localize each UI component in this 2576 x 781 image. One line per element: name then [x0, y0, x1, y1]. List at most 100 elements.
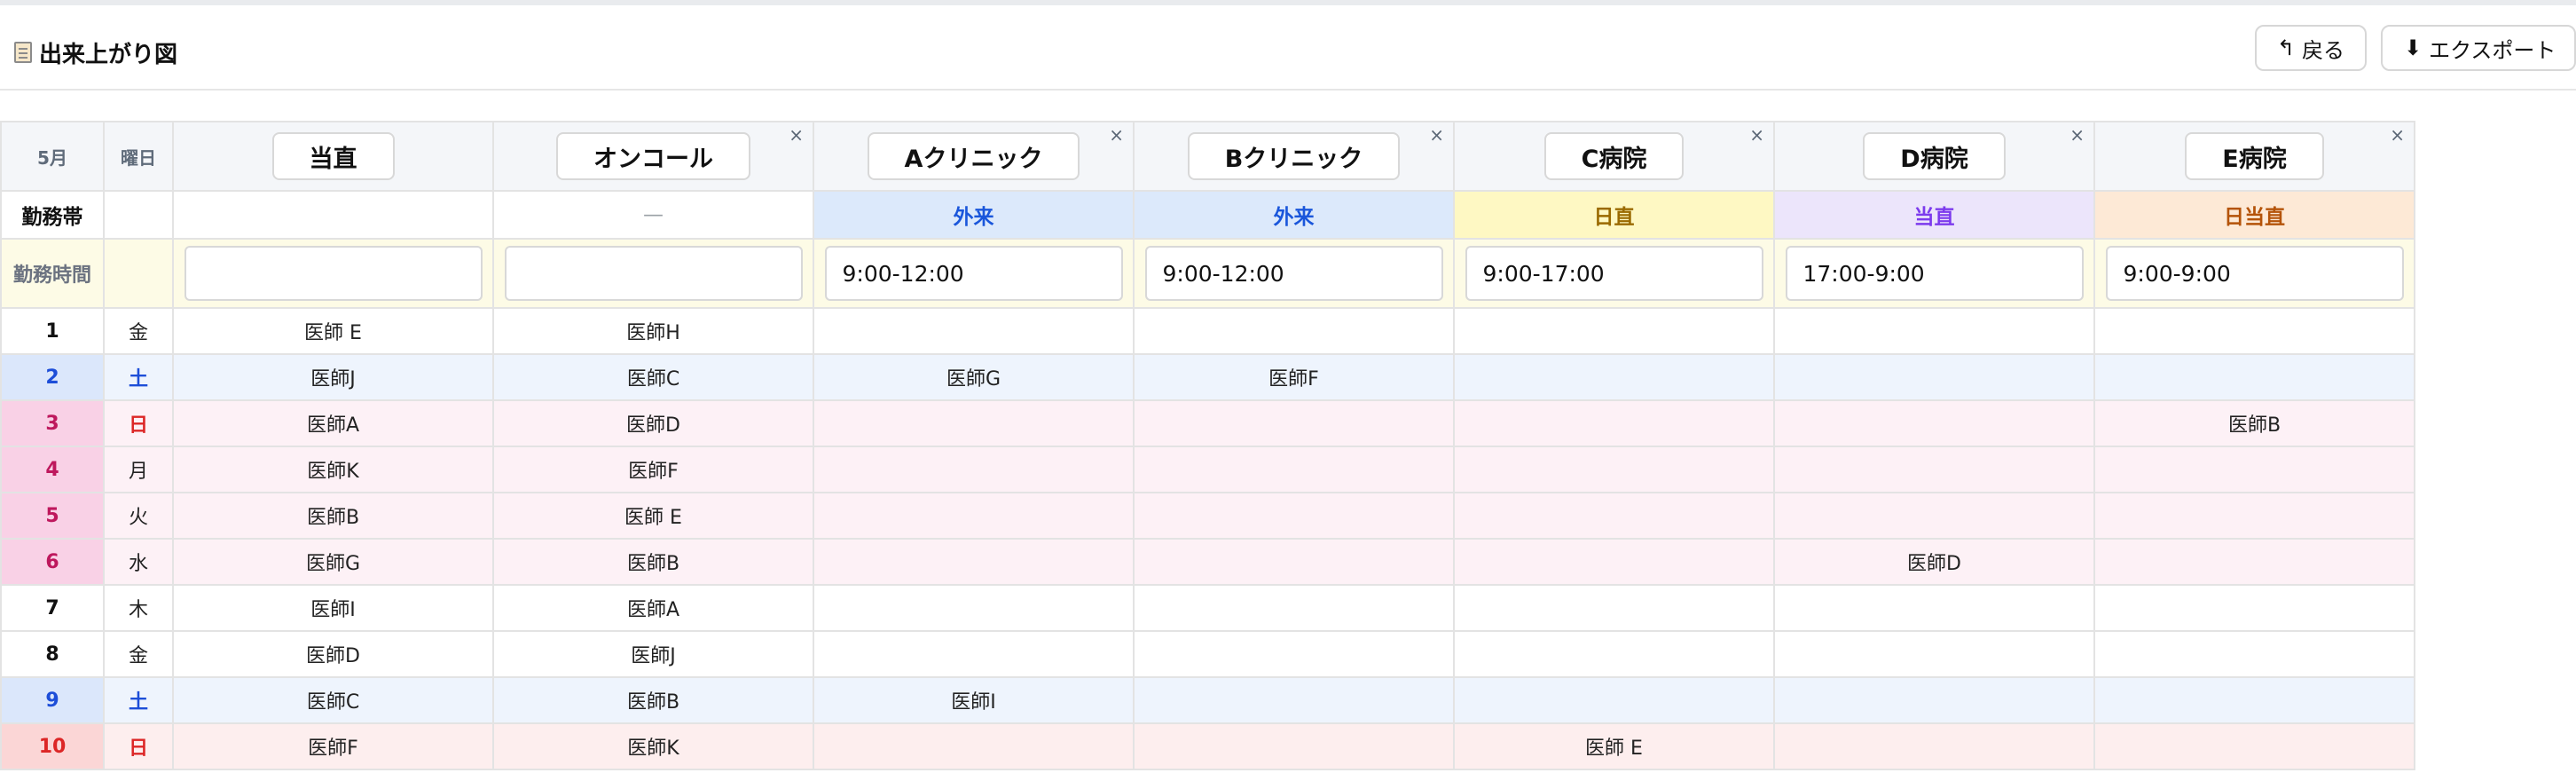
hours-input[interactable]: [1465, 246, 1763, 301]
band-cell: 当直: [1775, 192, 2095, 240]
schedule-cell[interactable]: [2095, 586, 2415, 632]
schedule-cell[interactable]: 医師G: [174, 540, 494, 586]
schedule-cell[interactable]: [814, 401, 1135, 447]
schedule-cell[interactable]: [814, 632, 1135, 678]
schedule-cell[interactable]: [1135, 493, 1455, 540]
column-name-button[interactable]: 当直: [271, 132, 395, 180]
schedule-cell[interactable]: [1455, 355, 1775, 401]
schedule-cell[interactable]: [814, 586, 1135, 632]
weekday-cell: 木: [105, 586, 174, 632]
column-name-button[interactable]: Aクリニック: [867, 132, 1080, 180]
schedule-cell[interactable]: [1775, 401, 2095, 447]
schedule-cell[interactable]: 医師B: [494, 540, 814, 586]
schedule-cell[interactable]: [1135, 678, 1455, 724]
schedule-cell[interactable]: 医師K: [494, 724, 814, 770]
schedule-cell[interactable]: [1135, 447, 1455, 493]
column-name-button[interactable]: Bクリニック: [1187, 132, 1401, 180]
schedule-cell[interactable]: 医師 E: [1455, 724, 1775, 770]
schedule-cell[interactable]: [1455, 493, 1775, 540]
schedule-cell[interactable]: [2095, 632, 2415, 678]
close-icon[interactable]: ×: [1429, 126, 1444, 144]
download-icon: ⬇: [2404, 36, 2423, 60]
schedule-cell[interactable]: 医師F: [174, 724, 494, 770]
schedule-cell[interactable]: [814, 447, 1135, 493]
schedule-cell[interactable]: 医師G: [814, 355, 1135, 401]
column-name-button[interactable]: D病院: [1863, 132, 2006, 180]
schedule-cell[interactable]: [1775, 309, 2095, 355]
export-button[interactable]: ⬇ エクスポート: [2381, 25, 2576, 71]
schedule-cell[interactable]: 医師I: [174, 586, 494, 632]
schedule-cell[interactable]: [1135, 586, 1455, 632]
hours-input[interactable]: [504, 246, 803, 301]
schedule-cell[interactable]: 医師A: [494, 586, 814, 632]
column-name-button[interactable]: E病院: [2185, 132, 2324, 180]
schedule-cell[interactable]: [1775, 678, 2095, 724]
close-icon[interactable]: ×: [2069, 126, 2085, 144]
schedule-cell[interactable]: 医師D: [174, 632, 494, 678]
schedule-cell[interactable]: [1135, 401, 1455, 447]
hours-input[interactable]: [2105, 246, 2404, 301]
hours-input[interactable]: [184, 246, 483, 301]
weekday-cell: 金: [105, 632, 174, 678]
schedule-cell[interactable]: [2095, 309, 2415, 355]
band-cell: 日直: [1455, 192, 1775, 240]
close-icon[interactable]: ×: [1109, 126, 1124, 144]
schedule-cell[interactable]: 医師C: [174, 678, 494, 724]
schedule-cell[interactable]: 医師D: [1775, 540, 2095, 586]
schedule-cell[interactable]: [1455, 401, 1775, 447]
schedule-cell[interactable]: [2095, 493, 2415, 540]
day-number: 8: [2, 632, 105, 678]
schedule-cell[interactable]: [1455, 632, 1775, 678]
schedule-cell[interactable]: [1775, 355, 2095, 401]
schedule-cell[interactable]: [1135, 309, 1455, 355]
schedule-cell[interactable]: 医師C: [494, 355, 814, 401]
schedule-cell[interactable]: 医師I: [814, 678, 1135, 724]
schedule-cell[interactable]: [1775, 493, 2095, 540]
schedule-cell[interactable]: 医師J: [174, 355, 494, 401]
close-icon[interactable]: ×: [1749, 126, 1764, 144]
schedule-cell[interactable]: 医師 E: [174, 309, 494, 355]
schedule-cell[interactable]: [1775, 447, 2095, 493]
schedule-cell[interactable]: [1455, 309, 1775, 355]
hours-input[interactable]: [1144, 246, 1443, 301]
schedule-cell[interactable]: [2095, 724, 2415, 770]
schedule-cell[interactable]: 医師B: [494, 678, 814, 724]
schedule-cell[interactable]: [1135, 540, 1455, 586]
schedule-cell[interactable]: 医師A: [174, 401, 494, 447]
schedule-cell[interactable]: 医師K: [174, 447, 494, 493]
schedule-cell[interactable]: [2095, 355, 2415, 401]
schedule-cell[interactable]: [814, 540, 1135, 586]
schedule-cell[interactable]: 医師B: [2095, 401, 2415, 447]
column-name-button[interactable]: オンコール: [556, 132, 750, 180]
schedule-cell[interactable]: 医師H: [494, 309, 814, 355]
schedule-cell[interactable]: [1135, 632, 1455, 678]
schedule-cell[interactable]: [1455, 540, 1775, 586]
schedule-cell[interactable]: [814, 493, 1135, 540]
hours-input[interactable]: [1785, 246, 2084, 301]
schedule-cell[interactable]: 医師F: [1135, 355, 1455, 401]
schedule-cell[interactable]: [814, 309, 1135, 355]
schedule-cell[interactable]: [2095, 678, 2415, 724]
hours-input[interactable]: [824, 246, 1123, 301]
column-name-button[interactable]: C病院: [1543, 132, 1685, 180]
close-icon[interactable]: ×: [2390, 126, 2405, 144]
schedule-cell[interactable]: [1775, 724, 2095, 770]
schedule-cell[interactable]: [2095, 540, 2415, 586]
schedule-cell[interactable]: 医師B: [174, 493, 494, 540]
schedule-cell[interactable]: [814, 724, 1135, 770]
schedule-cell[interactable]: [1455, 678, 1775, 724]
schedule-cell[interactable]: [1135, 724, 1455, 770]
back-button[interactable]: ↰ 戻る: [2255, 25, 2367, 71]
schedule-cell[interactable]: 医師 E: [494, 493, 814, 540]
schedule-cell[interactable]: [2095, 447, 2415, 493]
clipboard-icon: [14, 42, 32, 63]
schedule-cell[interactable]: [1775, 586, 2095, 632]
schedule-cell[interactable]: 医師D: [494, 401, 814, 447]
schedule-cell[interactable]: [1455, 447, 1775, 493]
schedule-cell[interactable]: [1775, 632, 2095, 678]
close-icon[interactable]: ×: [789, 126, 804, 144]
schedule-cell[interactable]: 医師F: [494, 447, 814, 493]
schedule-cell[interactable]: [1455, 586, 1775, 632]
page-title: 出来上がり図: [39, 41, 178, 68]
schedule-cell[interactable]: 医師J: [494, 632, 814, 678]
